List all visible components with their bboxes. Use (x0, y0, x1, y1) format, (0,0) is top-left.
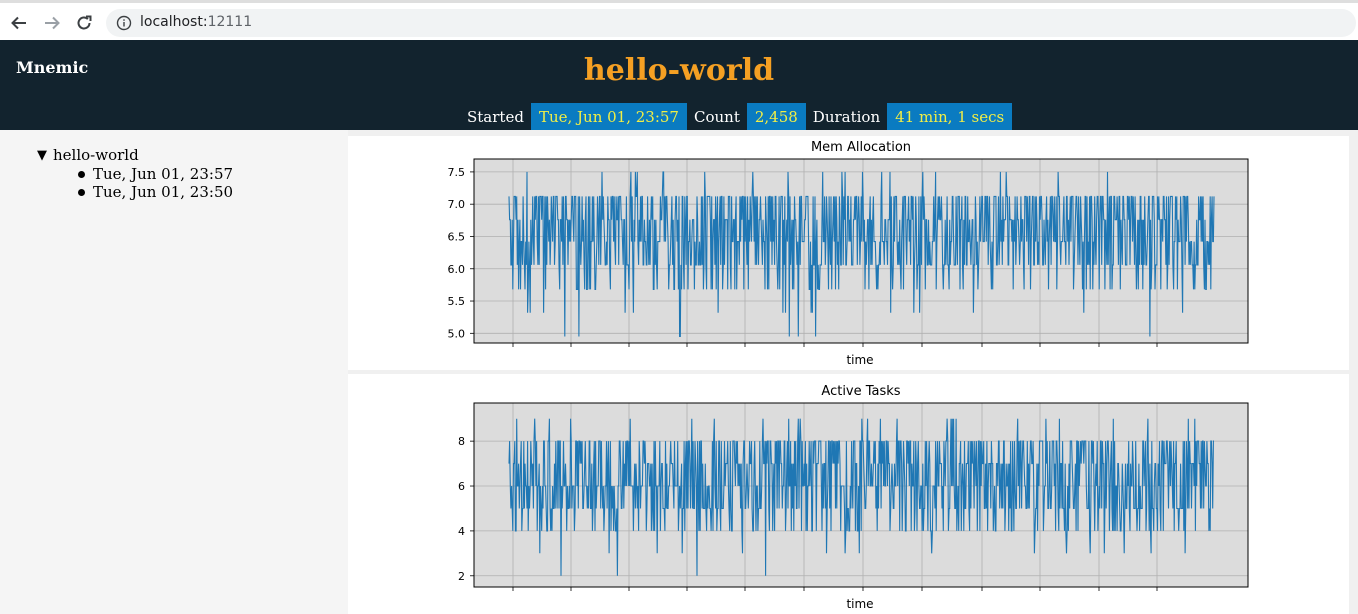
run-stats: Started Tue, Jun 01, 23:57 Count 2,458 D… (460, 103, 1013, 130)
y-tick-label: 4 (458, 525, 465, 538)
main-content: Mem Allocation 5.0 5.5 6.0 6.5 7.0 7.5 time Act… (348, 130, 1358, 614)
bullet-icon (78, 188, 85, 196)
run-item-label: Tue, Jun 01, 23:50 (93, 183, 234, 201)
forward-arrow-icon[interactable] (41, 12, 63, 34)
app-header: Mnemic hello-world Started Tue, Jun 01, … (0, 40, 1358, 130)
count-value: 2,458 (746, 103, 806, 130)
bullet-icon (78, 170, 85, 178)
info-icon[interactable] (116, 15, 132, 35)
back-arrow-icon[interactable] (8, 12, 30, 34)
expanded-triangle-icon[interactable]: ▼ (37, 148, 47, 163)
chart-title: Active Tasks (821, 384, 900, 399)
page-title: hello-world (583, 53, 775, 88)
count-label: Count (693, 108, 740, 126)
y-tick-label: 7.5 (448, 166, 466, 179)
y-tick-label: 6.0 (448, 263, 466, 276)
run-item-label: Tue, Jun 01, 23:57 (93, 165, 234, 183)
y-tick-label: 8 (458, 435, 465, 448)
run-item[interactable]: Tue, Jun 01, 23:50 (78, 183, 233, 201)
duration-value: 41 min, 1 secs (887, 103, 1013, 130)
y-tick-label: 5.5 (448, 295, 466, 308)
chart-svg: Active Tasks 2 4 6 8 time (458, 384, 1249, 611)
y-tick-label: 7.0 (448, 198, 466, 211)
mem-allocation-chart: Mem Allocation 5.0 5.5 6.0 6.5 7.0 7.5 time (348, 136, 1349, 370)
active-tasks-chart: Active Tasks 2 4 6 8 time (348, 374, 1349, 614)
tree-root-hello-world[interactable]: ▼ hello-world (37, 146, 139, 164)
y-tick-label: 2 (458, 570, 465, 583)
tree-root-label: hello-world (53, 146, 139, 164)
address-bar[interactable]: localhost:12111 (106, 9, 1356, 37)
x-axis-label: time (846, 353, 873, 367)
y-tick-label: 5.0 (448, 327, 466, 340)
x-axis-label: time (846, 597, 873, 611)
sidebar: ▼ hello-world Tue, Jun 01, 23:57 Tue, Ju… (0, 130, 348, 614)
reload-icon[interactable] (73, 12, 95, 34)
chart-title: Mem Allocation (811, 140, 911, 155)
duration-label: Duration (812, 108, 881, 126)
chart-svg: Mem Allocation 5.0 5.5 6.0 6.5 7.0 7.5 time (448, 140, 1249, 367)
started-label: Started (467, 108, 524, 126)
y-tick-label: 6.5 (448, 230, 466, 243)
run-item[interactable]: Tue, Jun 01, 23:57 (78, 165, 233, 183)
y-tick-label: 6 (458, 480, 465, 493)
url-port: 12111 (207, 14, 253, 30)
url-host: localhost: (140, 14, 208, 30)
browser-toolbar: localhost:12111 (0, 0, 1358, 40)
started-value: Tue, Jun 01, 23:57 (530, 103, 687, 130)
url-text: localhost:12111 (140, 14, 252, 30)
